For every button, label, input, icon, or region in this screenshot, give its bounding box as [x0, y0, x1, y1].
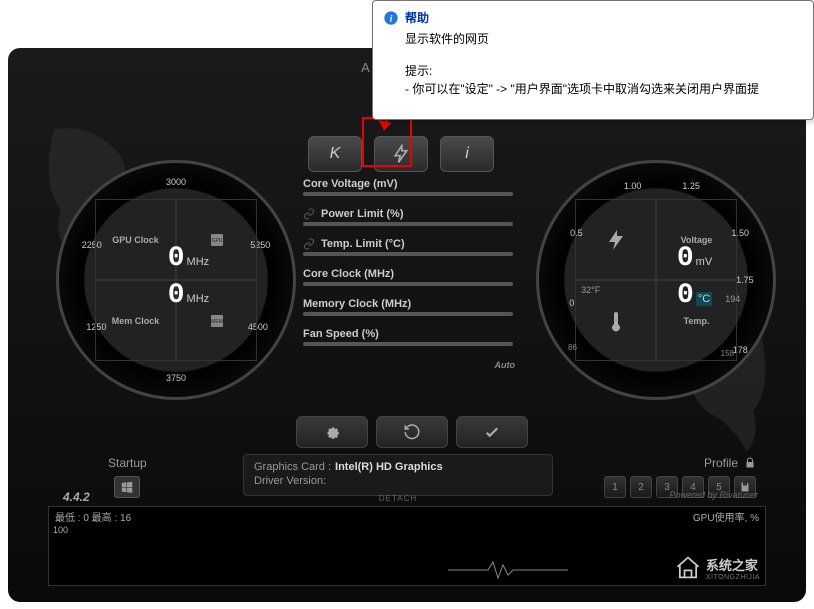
detach-button[interactable]: DETACH: [379, 494, 417, 503]
memory-chip-icon: MEM: [205, 309, 229, 333]
slider-label: Temp. Limit (°C): [321, 238, 405, 250]
tooltip-title-text: 帮助: [405, 9, 429, 26]
windows-icon: [120, 480, 134, 494]
voltage-temp-gauge: 0 0.5 1.00 1.25 1.50 1.75 178 Voltage 86…: [536, 160, 776, 400]
fan-auto-label[interactable]: Auto: [495, 360, 516, 370]
startup-windows-button[interactable]: [114, 476, 140, 498]
gear-icon: [323, 423, 341, 441]
slider-label: Memory Clock (MHz): [303, 298, 411, 310]
tick: 0: [569, 298, 574, 308]
link-icon: [303, 238, 315, 250]
link-icon: [303, 208, 315, 220]
graph-metric-label: GPU使用率, %: [693, 509, 759, 524]
watermark: 系统之家 XITONGZHIJIA: [674, 554, 760, 582]
temp-sub: 158: [721, 349, 734, 358]
tick: 1.00: [624, 181, 642, 191]
help-tooltip: i 帮助 显示软件的网页 提示: - 你可以在"设定" -> "用户界面"选项卡…: [372, 0, 814, 120]
startup-label: Startup: [108, 456, 147, 470]
gpu-clock-label: GPU Clock: [112, 235, 159, 245]
info-icon: i: [383, 10, 399, 26]
profile-1-button[interactable]: 1: [604, 476, 626, 498]
lock-icon[interactable]: [744, 457, 756, 469]
reset-button[interactable]: [376, 416, 448, 448]
tick: 3750: [166, 373, 186, 383]
tooltip-hint-text: - 你可以在"设定" -> "用户界面"选项卡中取消勾选来关闭用户界面提: [405, 80, 803, 98]
temp-value: 0: [677, 280, 694, 311]
monitoring-graph[interactable]: 最低 : 0 最高 : 16 GPU使用率, % 100: [48, 506, 766, 586]
graph-minmax: 最低 : 0 最高 : 16: [55, 509, 131, 524]
tick: 1.25: [682, 181, 700, 191]
startup-section: Startup: [108, 456, 147, 498]
mem-clock-unit: MHz: [187, 293, 210, 305]
card-label: Graphics Card :: [254, 461, 331, 473]
core-voltage-slider[interactable]: Core Voltage (mV): [303, 178, 513, 196]
apply-button[interactable]: [456, 416, 528, 448]
fan-speed-slider[interactable]: Fan Speed (%) Auto: [303, 328, 513, 346]
profile-label: Profile: [704, 456, 738, 470]
voltage-unit: mV: [696, 256, 713, 268]
card-value: Intel(R) HD Graphics: [335, 461, 443, 473]
svg-text:MEM: MEM: [211, 319, 223, 325]
voltage-readout: 0mV: [677, 243, 712, 274]
core-clock-slider[interactable]: Core Clock (MHz): [303, 268, 513, 286]
powered-by-text: Powered by Rivatuner: [669, 490, 758, 500]
slider-label: Power Limit (%): [321, 208, 404, 220]
gpu-clock-value: 0: [168, 243, 185, 274]
thermometer-icon: [604, 309, 628, 333]
tick: 1.75: [736, 275, 754, 285]
tab-info-button[interactable]: i: [440, 136, 494, 172]
slider-label: Fan Speed (%): [303, 328, 379, 340]
lightning-quad: [575, 199, 656, 280]
mem-clock-label-quad: Mem Clock: [95, 280, 176, 361]
version-text: 4.4.2: [63, 490, 90, 504]
svg-text:GPU: GPU: [211, 238, 222, 244]
voltage-value: 0: [677, 243, 694, 274]
slider-label: Core Voltage (mV): [303, 178, 398, 190]
gpu-clock-label-quad: GPU Clock: [95, 199, 176, 280]
temp-unit: °C: [696, 292, 712, 306]
tick: 3000: [166, 177, 186, 187]
info-panel: Graphics Card : Intel(R) HD Graphics Driv…: [243, 454, 553, 496]
mem-clock-value: 0: [168, 280, 185, 311]
temp-fahrenheit: 32°F: [581, 285, 600, 295]
graph-y-max: 100: [53, 525, 68, 535]
svg-text:i: i: [390, 14, 393, 24]
temp-label: Temp.: [684, 316, 710, 326]
tooltip-hint-label: 提示:: [405, 62, 803, 80]
tab-k-button[interactable]: K: [308, 136, 362, 172]
driver-label: Driver Version:: [254, 475, 326, 487]
gpu-clock-readout: 0MHz: [168, 243, 209, 274]
fan-rpm: 86: [568, 343, 577, 352]
sliders-panel: Core Voltage (mV) Power Limit (%) Temp. …: [303, 178, 513, 358]
memory-clock-slider[interactable]: Memory Clock (MHz): [303, 298, 513, 316]
temp-extra: 194: [725, 294, 740, 304]
tooltip-desc: 显示软件的网页: [405, 30, 803, 48]
house-icon: [674, 554, 702, 582]
mem-clock-label: Mem Clock: [112, 316, 160, 326]
mem-clock-readout: 0MHz: [168, 280, 209, 311]
gpu-clock-unit: MHz: [187, 256, 210, 268]
power-limit-slider[interactable]: Power Limit (%): [303, 208, 513, 226]
slider-label: Core Clock (MHz): [303, 268, 394, 280]
undo-icon: [403, 423, 421, 441]
check-icon: [483, 423, 501, 441]
temp-limit-slider[interactable]: Temp. Limit (°C): [303, 238, 513, 256]
action-buttons: [296, 416, 528, 448]
profile-2-button[interactable]: 2: [630, 476, 652, 498]
settings-button[interactable]: [296, 416, 368, 448]
temp-readout: 0°C: [677, 280, 712, 311]
heartbeat-decoration: [448, 560, 568, 580]
lightning-icon: [604, 228, 628, 252]
clock-gauge: 1250 2250 3000 3750 4500 5250 GPU Clock …: [56, 160, 296, 400]
